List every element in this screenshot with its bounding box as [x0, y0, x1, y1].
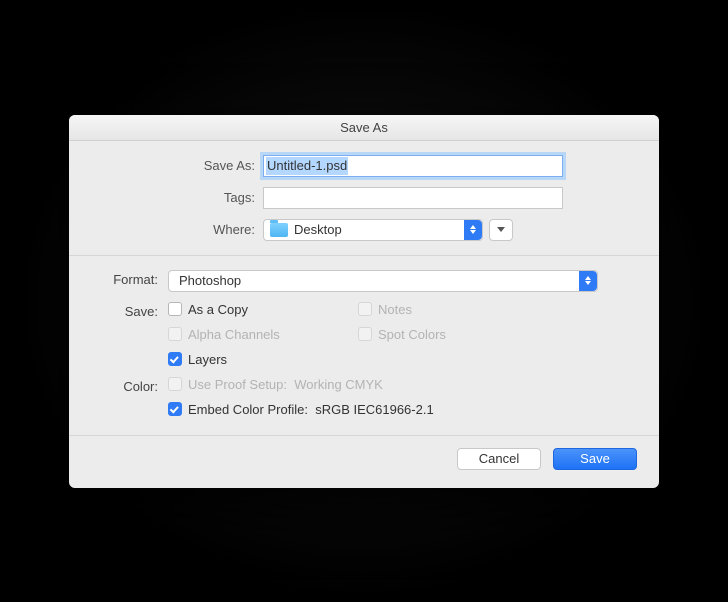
expand-browse-button[interactable]	[489, 219, 513, 241]
checkbox-notes: Notes	[358, 302, 508, 317]
updown-icon	[579, 271, 597, 291]
where-select[interactable]: Desktop	[263, 219, 483, 241]
alpha-channels-label: Alpha Channels	[188, 327, 280, 342]
embed-profile-label: Embed Color Profile:	[188, 402, 308, 417]
dialog-titlebar: Save As	[69, 115, 659, 141]
checkbox-embed-color-profile[interactable]: Embed Color Profile: sRGB IEC61966-2.1	[168, 402, 434, 417]
tags-input[interactable]	[263, 187, 563, 209]
color-label: Color:	[93, 377, 168, 394]
filename-value: Untitled-1.psd	[266, 157, 348, 175]
save-button[interactable]: Save	[553, 448, 637, 470]
checkbox-use-proof-setup: Use Proof Setup: Working CMYK	[168, 377, 383, 392]
chevron-down-icon	[497, 227, 505, 232]
cancel-button-label: Cancel	[479, 451, 519, 466]
checkbox-spot-colors: Spot Colors	[358, 327, 508, 342]
notes-label: Notes	[378, 302, 412, 317]
format-label: Format:	[93, 270, 168, 287]
format-value: Photoshop	[179, 273, 241, 288]
check-icon	[170, 354, 179, 363]
dialog-title: Save As	[340, 120, 388, 135]
layers-label: Layers	[188, 352, 227, 367]
spot-colors-label: Spot Colors	[378, 327, 446, 342]
checkbox-alpha-channels: Alpha Channels	[168, 327, 318, 342]
updown-icon	[464, 220, 482, 240]
cancel-button[interactable]: Cancel	[457, 448, 541, 470]
saveas-label: Save As:	[93, 158, 263, 173]
save-button-label: Save	[580, 451, 610, 466]
checkbox-layers[interactable]: Layers	[168, 352, 318, 367]
filename-input[interactable]: Untitled-1.psd	[263, 155, 563, 177]
save-as-dialog: Save As Save As: Untitled-1.psd Tags: Wh…	[69, 115, 659, 488]
checkbox-as-a-copy[interactable]: As a Copy	[168, 302, 318, 317]
check-icon	[170, 404, 179, 413]
where-label: Where:	[93, 222, 263, 237]
embed-profile-value: sRGB IEC61966-2.1	[315, 402, 434, 417]
format-select[interactable]: Photoshop	[168, 270, 598, 292]
tags-label: Tags:	[93, 190, 263, 205]
use-proof-setup-value: Working CMYK	[294, 377, 383, 392]
where-value: Desktop	[294, 222, 342, 237]
use-proof-setup-label: Use Proof Setup:	[188, 377, 287, 392]
folder-icon	[270, 223, 288, 237]
save-label: Save:	[93, 302, 168, 319]
as-a-copy-label: As a Copy	[188, 302, 248, 317]
